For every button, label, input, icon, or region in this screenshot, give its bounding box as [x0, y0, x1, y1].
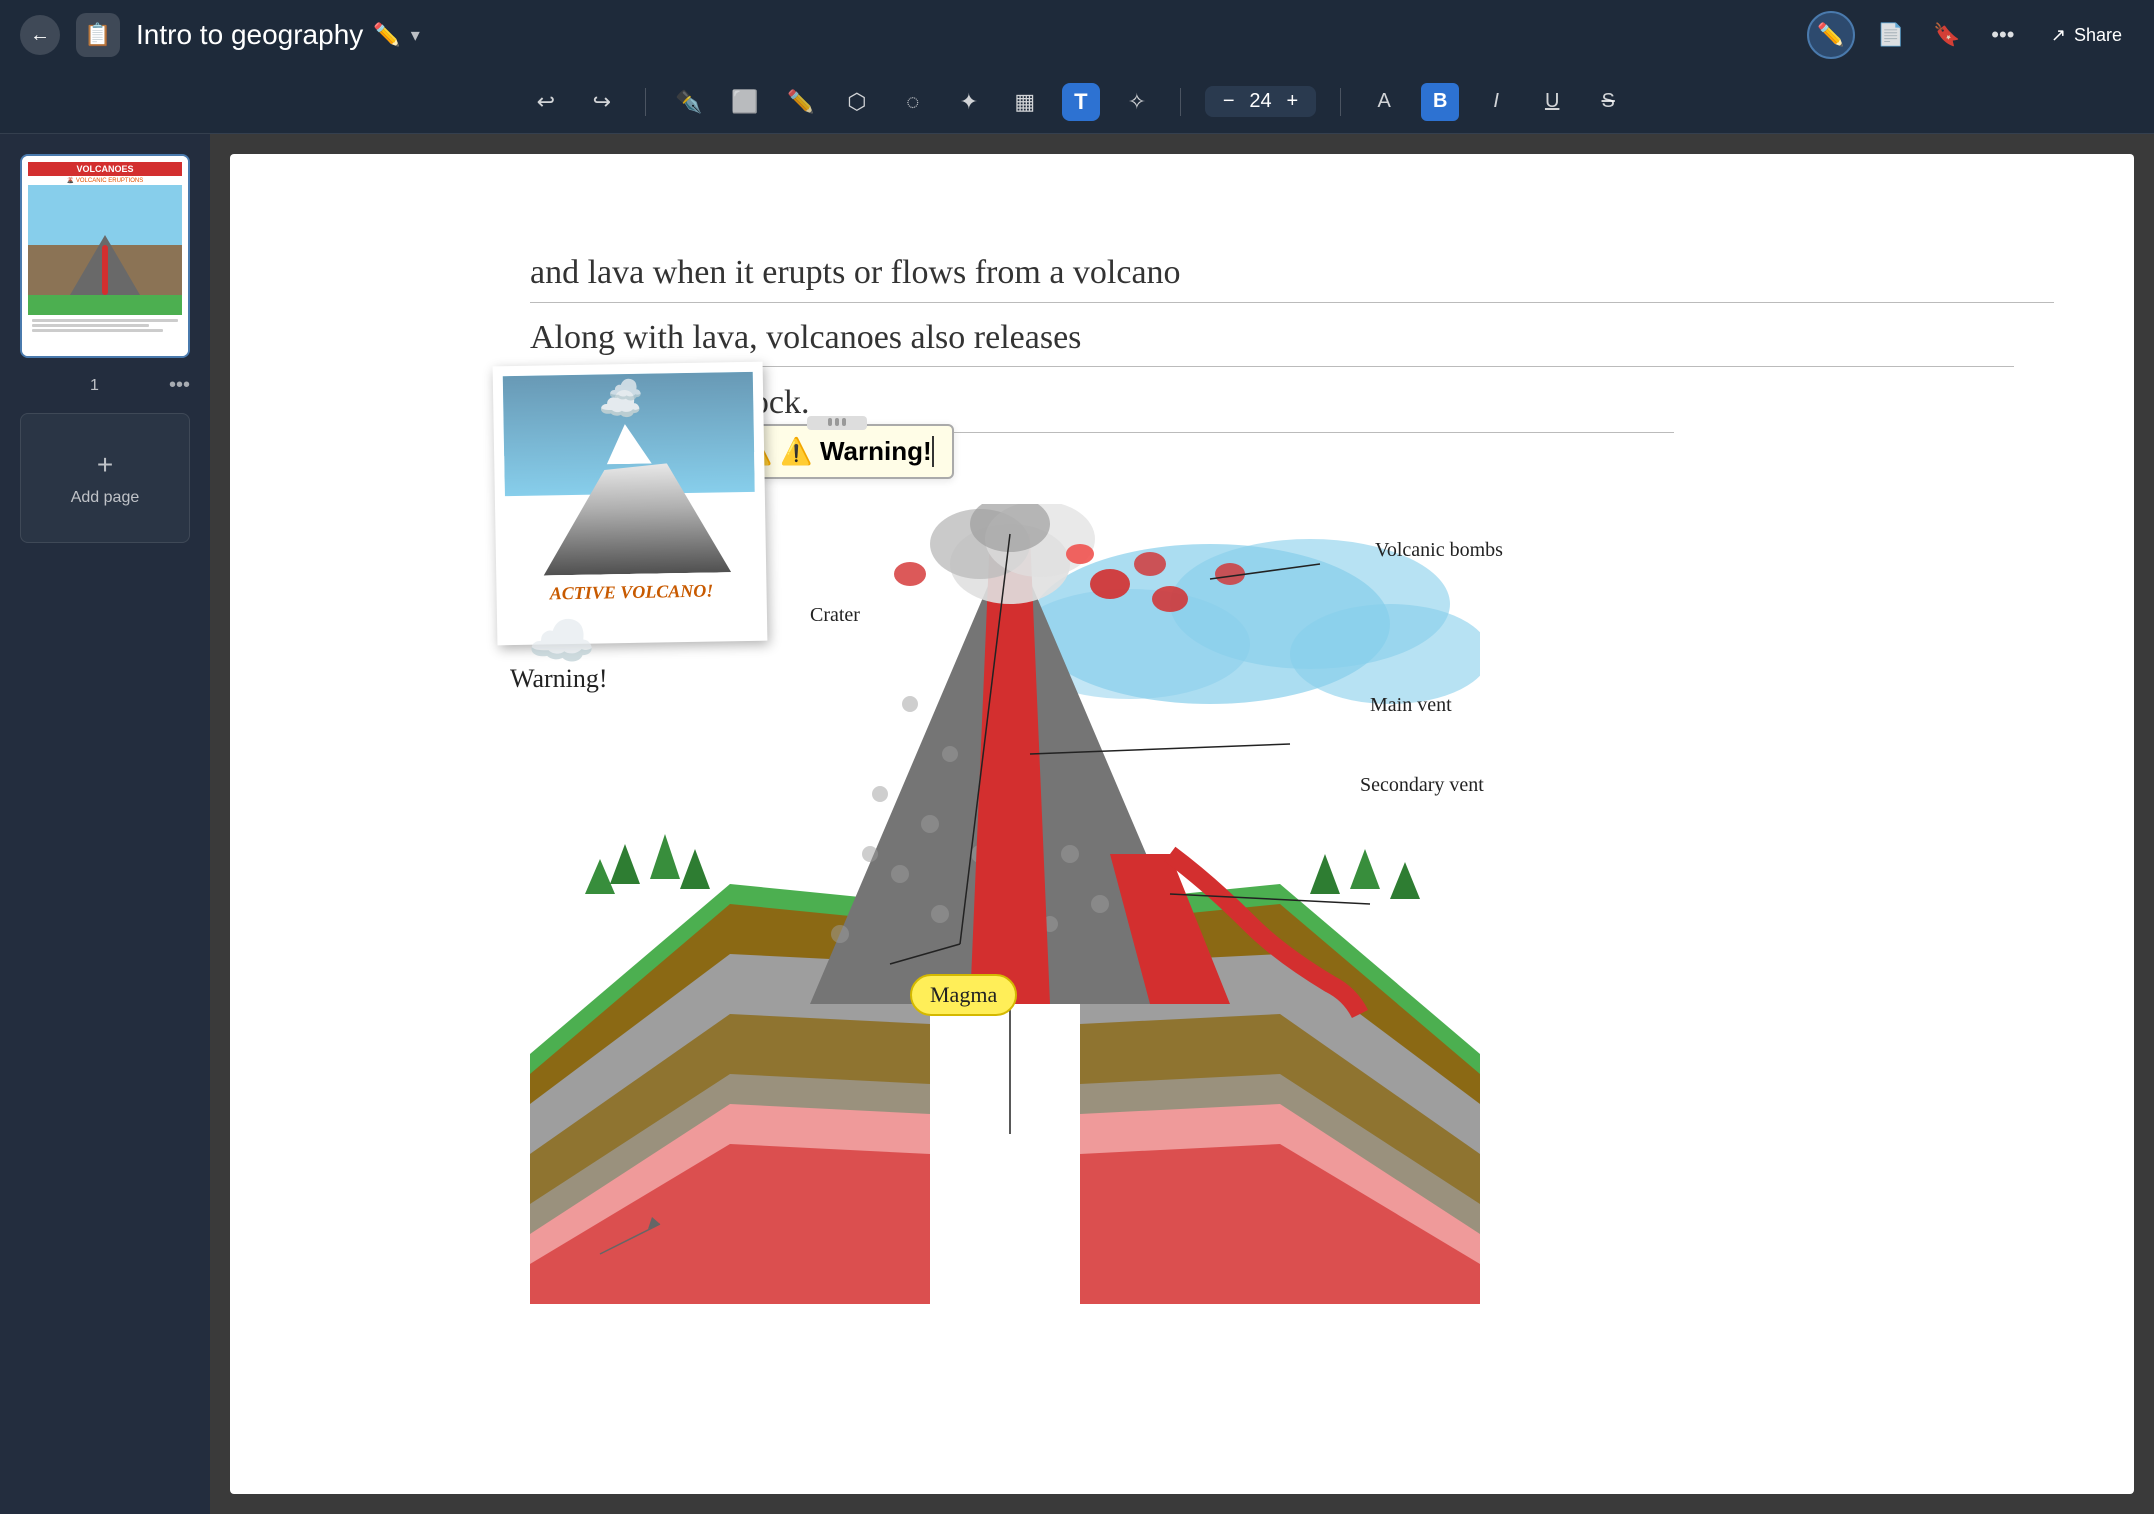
text-line-2: Along with lava, volcanoes also releases [530, 319, 1081, 357]
page-number: 1 [20, 377, 169, 395]
font-size-value: 24 [1247, 90, 1275, 113]
notebook-symbol: 📋 [84, 22, 111, 48]
resize-handle[interactable] [807, 416, 867, 430]
history-group: ↩ ↪ [527, 83, 621, 121]
image-tool[interactable]: ▦ [1006, 83, 1044, 121]
separator-3 [1340, 88, 1341, 116]
add-page-plus-icon: + [97, 449, 113, 481]
selection-icon: ◌ [906, 89, 919, 115]
more-options-button[interactable]: ••• [1983, 15, 2023, 55]
underline-icon: U [1545, 90, 1559, 113]
main-content: VOLCANOES 🌋 VOLCANIC ERUPTIONS [0, 134, 2154, 1514]
pen-tool[interactable]: ✒️ [670, 83, 708, 121]
main-vent-label: Main vent [1370, 694, 1452, 717]
formatting-group: A B I U S [1365, 83, 1627, 121]
separator-1 [645, 88, 646, 116]
underline-button[interactable]: U [1533, 83, 1571, 121]
page-controls: 1 ••• [20, 374, 190, 397]
share-label: Share [2074, 25, 2122, 46]
highlighter-icon: ✏️ [787, 89, 814, 115]
lasso-icon: ⬡ [847, 89, 866, 115]
font-style-button[interactable]: A [1365, 83, 1403, 121]
back-button[interactable]: ← [20, 15, 60, 55]
crater-label: Crater [810, 604, 860, 627]
thumb-subtitle: 🌋 VOLCANIC ERUPTIONS [28, 176, 182, 185]
canvas-area[interactable]: and lava when it erupts or flows from a … [210, 134, 2154, 1514]
title-pencil-icon: ✏️ [373, 22, 400, 48]
font-size-control: − 24 + [1205, 86, 1316, 117]
header: ← 📋 Intro to geography ✏️ ▾ ✏️ 📄 🔖 ••• ↗… [0, 0, 2154, 70]
italic-button[interactable]: I [1477, 83, 1515, 121]
back-icon: ← [30, 24, 50, 47]
more-icon: ••• [1991, 22, 2014, 48]
page-options-button[interactable]: ••• [169, 374, 190, 397]
volcano-diagram [530, 504, 1480, 1304]
selection-tool[interactable]: ◌ [894, 83, 932, 121]
image-icon: ▦ [1014, 89, 1035, 115]
volcanic-bombs-label: Volcanic bombs [1375, 539, 1503, 562]
canvas-page: and lava when it erupts or flows from a … [230, 154, 2134, 1494]
magic-tool[interactable]: ✧ [1118, 83, 1156, 121]
highlighter-tool[interactable]: ✏️ [782, 83, 820, 121]
document-title: Intro to geography ✏️ ▾ [136, 19, 420, 51]
thumb-title: VOLCANOES [28, 162, 182, 176]
bold-icon: B [1433, 90, 1447, 113]
redo-button[interactable]: ↪ [583, 83, 621, 121]
bookmark-button[interactable]: 🔖 [1927, 15, 1967, 55]
user-avatar[interactable]: ✏️ [1807, 11, 1855, 59]
bold-button[interactable]: B [1421, 83, 1459, 121]
share-button[interactable]: ↗ Share [2039, 19, 2134, 52]
notebook-icon: 📋 [76, 13, 120, 57]
header-right: ✏️ 📄 🔖 ••• ↗ Share [1807, 11, 2134, 59]
page-content: and lava when it erupts or flows from a … [230, 154, 2134, 1494]
secondary-vent-label: Secondary vent [1360, 774, 1484, 797]
pen-icon: ✒️ [675, 89, 702, 115]
toolbar: ↩ ↪ ✒️ ⬜ ✏️ ⬡ ◌ ✦ ▦ T ✧ [0, 70, 2154, 134]
title-text: Intro to geography [136, 19, 363, 51]
redo-icon: ↪ [593, 89, 611, 115]
bookmark-icon: 🔖 [1933, 22, 1960, 48]
strikethrough-button[interactable]: S [1589, 83, 1627, 121]
magic-icon: ✧ [1128, 89, 1146, 115]
title-chevron-icon: ▾ [411, 25, 420, 46]
add-button[interactable]: 📄 [1871, 15, 1911, 55]
font-a-icon: A [1378, 90, 1391, 113]
font-size-increase[interactable]: + [1283, 90, 1303, 113]
underline-1 [530, 302, 2054, 303]
header-left: ← 📋 Intro to geography ✏️ ▾ [20, 13, 420, 57]
sidebar: VOLCANOES 🌋 VOLCANIC ERUPTIONS [0, 134, 210, 1514]
separator-2 [1180, 88, 1181, 116]
text-line-1: and lava when it erupts or flows from a … [530, 254, 1181, 292]
undo-icon: ↩ [537, 89, 555, 115]
undo-button[interactable]: ↩ [527, 83, 565, 121]
italic-icon: I [1493, 90, 1499, 113]
text-icon: T [1074, 89, 1087, 115]
font-size-decrease[interactable]: − [1219, 90, 1239, 113]
eraser-icon: ⬜ [731, 89, 758, 115]
magma-label: Magma [910, 974, 1017, 1016]
warning-text: ⚠️ Warning! [780, 436, 933, 467]
lasso-tool[interactable]: ⬡ [838, 83, 876, 121]
star-tool[interactable]: ✦ [950, 83, 988, 121]
share-arrow-icon: ↗ [2051, 25, 2066, 46]
page-thumbnail-1[interactable]: VOLCANOES 🌋 VOLCANIC ERUPTIONS [20, 154, 190, 358]
avatar-pencil-icon: ✏️ [1817, 22, 1844, 48]
text-tool[interactable]: T [1062, 83, 1100, 121]
add-icon: 📄 [1877, 22, 1904, 48]
tools-group: ✒️ ⬜ ✏️ ⬡ ◌ ✦ ▦ T ✧ [670, 83, 1156, 121]
eraser-tool[interactable]: ⬜ [726, 83, 764, 121]
star-icon: ✦ [960, 89, 978, 115]
add-page-button[interactable]: + Add page [20, 413, 190, 543]
strikethrough-icon: S [1602, 90, 1615, 113]
add-page-label: Add page [71, 489, 140, 507]
